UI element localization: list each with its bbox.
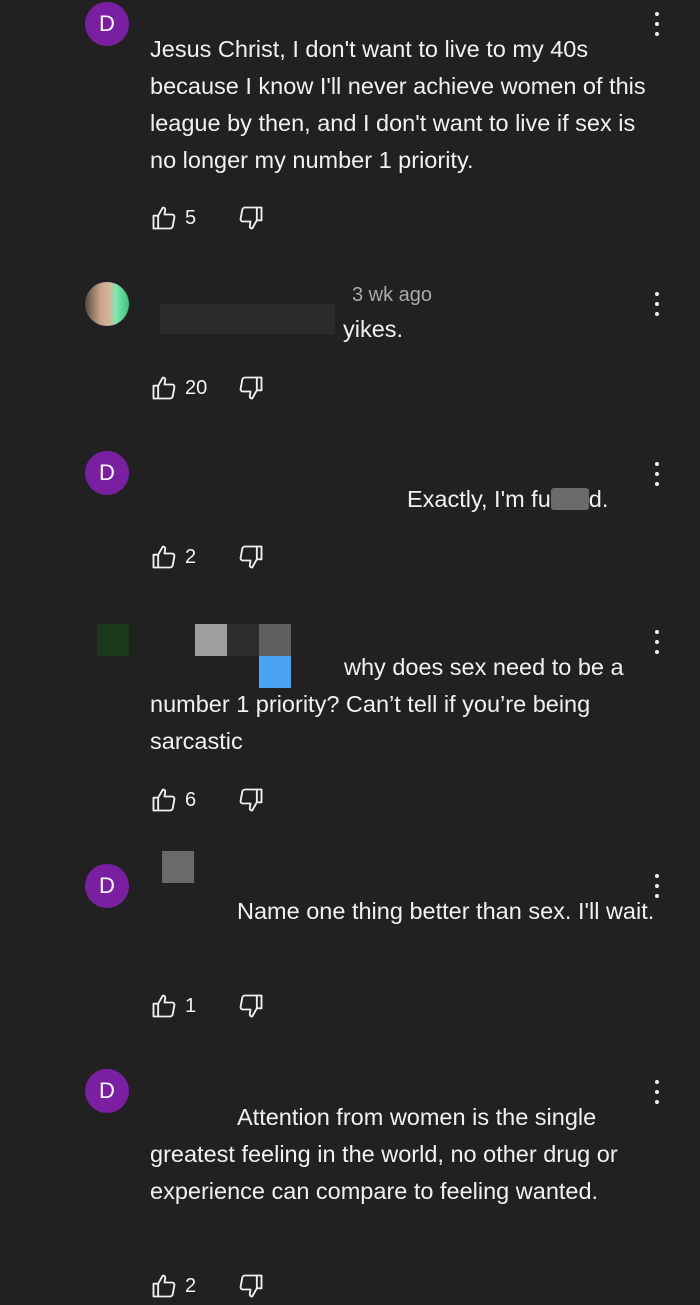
comment-text-start: Exactly, I'm fu (407, 486, 551, 512)
avatar[interactable] (97, 624, 129, 656)
comment-text-end: d. (588, 486, 609, 512)
more-options-icon[interactable] (646, 290, 668, 318)
blurred-word (550, 488, 589, 510)
thumbs-down-icon[interactable] (237, 786, 265, 814)
thumbs-down-icon[interactable] (237, 374, 265, 402)
comment-text: Jesus Christ, I don't want to live to my… (150, 36, 646, 173)
comment-text: Attention from women is the single great… (150, 1104, 618, 1204)
thumbs-up-icon[interactable] (150, 786, 178, 814)
comment-timestamp: 3 wk ago (352, 284, 433, 306)
thumbs-up-icon[interactable] (150, 1272, 178, 1300)
comment-text: yikes. (343, 316, 404, 342)
thumbs-up-icon[interactable] (150, 204, 178, 232)
comment-text: Exactly, I'm fu d. (407, 481, 667, 518)
thumbs-down-icon[interactable] (237, 204, 265, 232)
comment-actions: 2 (150, 1271, 265, 1301)
thumbs-up-icon[interactable] (150, 992, 178, 1020)
thumbs-up-icon[interactable] (150, 374, 178, 402)
avatar[interactable]: D (85, 451, 129, 495)
comment-actions: 5 (150, 203, 265, 233)
like-count: 2 (185, 1274, 197, 1297)
avatar[interactable]: D (85, 864, 129, 908)
like-count: 5 (185, 206, 197, 229)
like-count: 2 (185, 545, 197, 568)
comment-text: why does sex need to be a number 1 prior… (150, 654, 624, 754)
pixelated-username (162, 851, 194, 883)
comment-actions: 6 (150, 785, 265, 815)
avatar[interactable]: D (85, 1069, 129, 1113)
comment-text: Name one thing better than sex. I'll wai… (237, 898, 655, 924)
like-count: 20 (185, 376, 208, 399)
avatar[interactable] (85, 282, 129, 326)
comment-actions: 1 (150, 991, 265, 1021)
thumbs-down-icon[interactable] (237, 1272, 265, 1300)
thumbs-down-icon[interactable] (237, 543, 265, 571)
comment-actions: 20 (150, 373, 265, 403)
thumbs-down-icon[interactable] (237, 992, 265, 1020)
thumbs-up-icon[interactable] (150, 543, 178, 571)
like-count: 1 (185, 994, 197, 1017)
avatar[interactable]: D (85, 2, 129, 46)
redacted-username (160, 304, 335, 334)
like-count: 6 (185, 788, 197, 811)
comment-actions: 2 (150, 542, 265, 572)
